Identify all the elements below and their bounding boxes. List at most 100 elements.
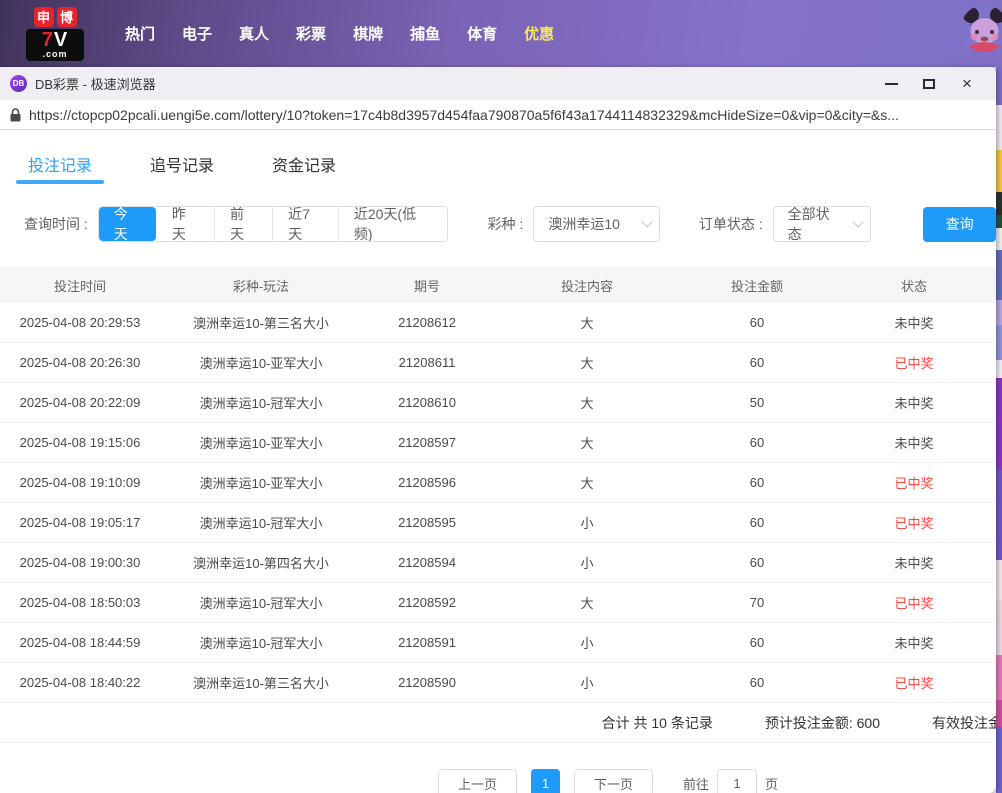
avatar-illustration <box>961 5 1002 52</box>
nav-item-3[interactable]: 真人 <box>239 13 269 54</box>
table-header-row: 投注时间彩种-玩法期号投注内容投注金额状态 <box>0 267 996 303</box>
cell-bet-time: 2025-04-08 18:44:59 <box>0 623 160 662</box>
time-option-1[interactable]: 今天 <box>99 207 156 241</box>
time-option-4[interactable]: 近7天 <box>272 207 338 241</box>
goto-page-input[interactable] <box>717 769 757 793</box>
page-unit-label: 页 <box>765 774 778 793</box>
logo-badge-1: 申 <box>34 7 54 27</box>
browser-window: DB DB彩票 - 极速浏览器 × https://ctopcp02pcali.… <box>0 67 996 793</box>
close-button[interactable]: × <box>948 70 986 98</box>
lottery-select-value: 澳洲幸运10 <box>548 214 620 234</box>
cell-bet-content: 大 <box>492 463 682 502</box>
search-button[interactable]: 查询 <box>923 207 996 242</box>
maximize-icon <box>923 79 935 89</box>
lottery-select[interactable]: 澳洲幸运10 <box>533 206 659 242</box>
nav-item-6[interactable]: 捕鱼 <box>410 13 440 54</box>
address-bar[interactable]: https://ctopcp02pcali.uengi5e.com/lotter… <box>0 100 996 130</box>
table-row: 2025-04-08 18:40:22澳洲幸运10-第三名大小21208590小… <box>0 663 996 703</box>
cell-status: 已中奖 <box>832 343 996 382</box>
time-option-2[interactable]: 昨天 <box>156 207 214 241</box>
cell-bet-amount: 60 <box>682 463 832 502</box>
cell-issue-number: 21208595 <box>362 503 492 542</box>
window-titlebar[interactable]: DB DB彩票 - 极速浏览器 × <box>0 67 996 100</box>
time-option-5[interactable]: 近20天(低频) <box>338 207 447 241</box>
url-text[interactable]: https://ctopcp02pcali.uengi5e.com/lotter… <box>29 107 899 123</box>
cell-bet-amount: 60 <box>682 503 832 542</box>
logo-v: V <box>54 29 68 51</box>
cell-game-play: 澳洲幸运10-冠军大小 <box>160 583 362 622</box>
cell-bet-time: 2025-04-08 18:40:22 <box>0 663 160 702</box>
nav-item-2[interactable]: 电子 <box>182 13 212 54</box>
current-page-button[interactable]: 1 <box>531 769 560 793</box>
minimize-icon <box>885 83 898 85</box>
time-option-3[interactable]: 前天 <box>214 207 272 241</box>
window-title: DB彩票 - 极速浏览器 <box>35 74 872 93</box>
minimize-button[interactable] <box>872 70 910 98</box>
cell-bet-amount: 60 <box>682 303 832 342</box>
cell-issue-number: 21208597 <box>362 423 492 462</box>
summary-valid-amount: 有效投注金额 <box>932 713 996 733</box>
cell-bet-amount: 60 <box>682 623 832 662</box>
chevron-down-icon <box>641 216 652 227</box>
table-row: 2025-04-08 20:26:30澳洲幸运10-亚军大小21208611大6… <box>0 343 996 383</box>
cell-game-play: 澳洲幸运10-亚军大小 <box>160 423 362 462</box>
order-status-select[interactable]: 全部状态 <box>773 206 872 242</box>
cell-bet-amount: 70 <box>682 583 832 622</box>
cell-issue-number: 21208592 <box>362 583 492 622</box>
cell-status: 未中奖 <box>832 543 996 582</box>
cell-status: 未中奖 <box>832 383 996 422</box>
tab-1[interactable]: 投注记录 <box>22 140 98 187</box>
nav-menu: 热门电子真人彩票棋牌捕鱼体育优惠 <box>98 13 554 54</box>
cell-issue-number: 21208612 <box>362 303 492 342</box>
cell-bet-content: 小 <box>492 543 682 582</box>
cell-bet-content: 大 <box>492 383 682 422</box>
col-header-2: 彩种-玩法 <box>160 267 362 303</box>
lottery-filter-label: 彩种 : <box>488 214 524 234</box>
bet-records-table: 投注时间彩种-玩法期号投注内容投注金额状态 2025-04-08 20:29:5… <box>0 267 996 703</box>
table-row: 2025-04-08 18:44:59澳洲幸运10-冠军大小21208591小6… <box>0 623 996 663</box>
col-header-1: 投注时间 <box>0 267 160 303</box>
cell-bet-time: 2025-04-08 19:15:06 <box>0 423 160 462</box>
time-range-group: 今天昨天前天近7天近20天(低频) <box>98 206 448 242</box>
cell-game-play: 澳洲幸运10-第三名大小 <box>160 303 362 342</box>
user-avatar[interactable] <box>961 5 1002 52</box>
col-header-3: 期号 <box>362 267 492 303</box>
cell-issue-number: 21208611 <box>362 343 492 382</box>
browser-favicon-icon: DB <box>10 75 27 92</box>
summary-total: 合计 共 10 条记录 <box>602 713 713 733</box>
site-logo[interactable]: 申 博 7V .com <box>26 7 84 61</box>
maximize-button[interactable] <box>910 70 948 98</box>
tab-3[interactable]: 资金记录 <box>266 140 342 187</box>
desktop-background-strip <box>996 67 1002 793</box>
tab-2[interactable]: 追号记录 <box>144 140 220 187</box>
cell-status: 已中奖 <box>832 583 996 622</box>
cell-bet-amount: 60 <box>682 343 832 382</box>
nav-item-1[interactable]: 热门 <box>125 13 155 54</box>
nav-item-4[interactable]: 彩票 <box>296 13 326 54</box>
cell-bet-time: 2025-04-08 19:05:17 <box>0 503 160 542</box>
cell-bet-content: 小 <box>492 623 682 662</box>
site-navbar: 申 博 7V .com 热门电子真人彩票棋牌捕鱼体育优惠 <box>0 0 1002 67</box>
nav-item-5[interactable]: 棋牌 <box>353 13 383 54</box>
cell-issue-number: 21208591 <box>362 623 492 662</box>
cell-bet-time: 2025-04-08 20:22:09 <box>0 383 160 422</box>
nav-item-8[interactable]: 优惠 <box>524 13 554 54</box>
cell-status: 已中奖 <box>832 663 996 702</box>
logo-7: 7 <box>42 29 54 51</box>
cell-status: 未中奖 <box>832 423 996 462</box>
cell-bet-amount: 60 <box>682 543 832 582</box>
cell-bet-time: 2025-04-08 20:29:53 <box>0 303 160 342</box>
cell-bet-amount: 60 <box>682 423 832 462</box>
summary-row: 合计 共 10 条记录 预计投注金额: 600 有效投注金额 <box>0 703 996 743</box>
cell-bet-content: 大 <box>492 583 682 622</box>
next-page-button[interactable]: 下一页 <box>574 769 653 793</box>
status-select-value: 全部状态 <box>788 204 843 244</box>
record-tabs: 投注记录追号记录资金记录 <box>22 140 996 187</box>
nav-item-7[interactable]: 体育 <box>467 13 497 54</box>
prev-page-button[interactable]: 上一页 <box>438 769 517 793</box>
cell-issue-number: 21208610 <box>362 383 492 422</box>
chevron-down-icon <box>853 216 864 227</box>
close-icon: × <box>962 75 972 92</box>
status-filter-label: 订单状态 : <box>699 214 763 234</box>
summary-expected-amount: 预计投注金额: 600 <box>765 713 880 733</box>
